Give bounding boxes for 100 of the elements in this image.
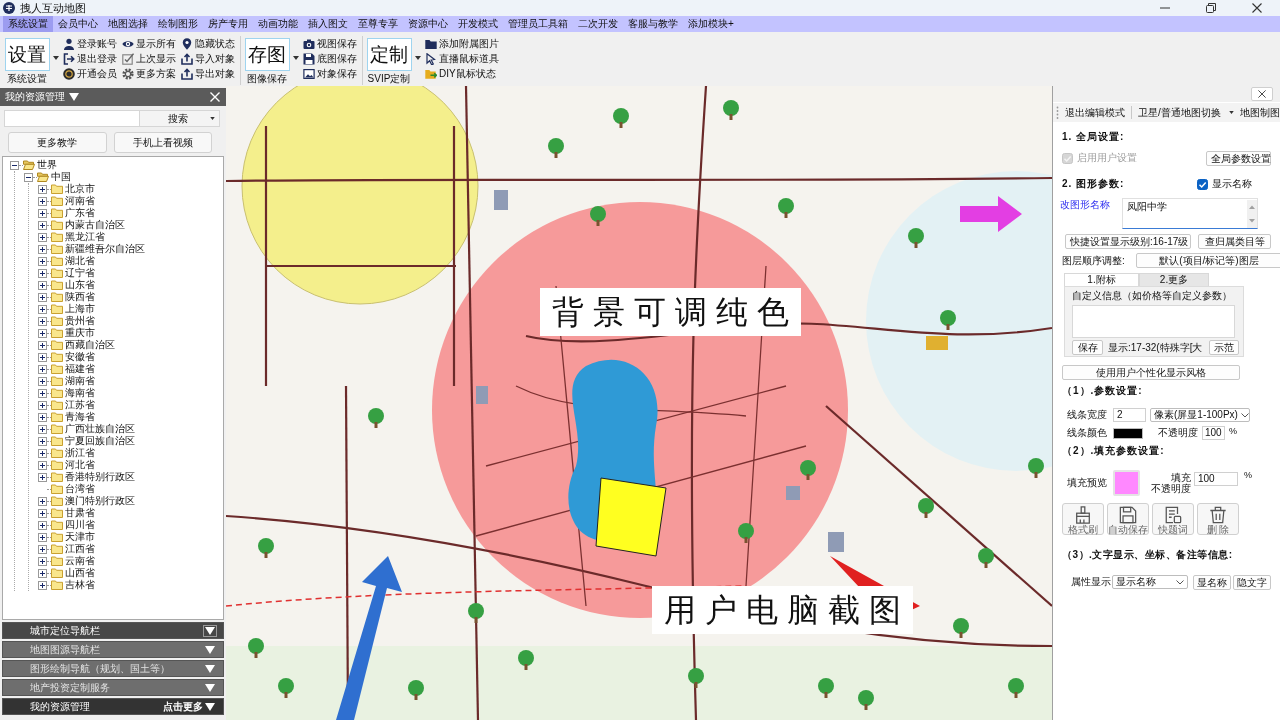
tree-item[interactable]: 安徽省: [38, 351, 95, 363]
menu-tab[interactable]: 房产专用: [203, 16, 253, 32]
layer-button[interactable]: 默认(项目/标记等)图层: [1136, 253, 1280, 268]
plus-box-icon[interactable]: [38, 196, 47, 206]
tree-item[interactable]: 香港特别行政区: [38, 471, 135, 483]
caret-icon[interactable]: [53, 56, 59, 60]
tree-item[interactable]: 台湾省: [38, 483, 95, 495]
unit-dropdown[interactable]: 像素(屏显1-100Px): [1150, 408, 1250, 422]
minus-box-icon[interactable]: [10, 160, 19, 170]
ribbon-button[interactable]: DIY鼠标状态: [425, 66, 500, 81]
plus-box-icon[interactable]: [38, 208, 47, 218]
close-button[interactable]: [208, 90, 222, 104]
plus-box-icon[interactable]: [38, 424, 47, 434]
ribbon-button[interactable]: 直播鼠标道具: [425, 51, 500, 66]
menu-tab[interactable]: 客服与教学: [623, 16, 683, 32]
ribbon-button[interactable]: 显示所有: [122, 36, 177, 51]
tree-item[interactable]: 北京市: [38, 183, 95, 195]
plus-box-icon[interactable]: [38, 292, 47, 302]
plus-box-icon[interactable]: [38, 496, 47, 506]
tree-item[interactable]: 天津市: [38, 531, 95, 543]
tree-item[interactable]: 山东省: [38, 279, 95, 291]
name-field[interactable]: 凤阳中学: [1122, 198, 1258, 229]
category-button[interactable]: 查归属类目等: [1198, 234, 1271, 249]
tree-item[interactable]: 河南省: [38, 195, 95, 207]
menu-tab[interactable]: 管理员工具箱: [503, 16, 573, 32]
tab[interactable]: 2.更多: [1139, 273, 1209, 286]
tool-button[interactable]: 快题词: [1152, 503, 1194, 535]
plus-box-icon[interactable]: [38, 400, 47, 410]
nav-bar[interactable]: 图形绘制导航（规划、国土等）: [2, 660, 224, 677]
ribbon-button[interactable]: 更多方案: [122, 66, 177, 81]
plus-box-icon[interactable]: [38, 280, 47, 290]
toolbar-button[interactable]: 地图制图: [1239, 106, 1280, 119]
info-field[interactable]: [1072, 305, 1235, 338]
ribbon-button[interactable]: 底图保存: [303, 51, 358, 66]
menu-tab[interactable]: 开发模式: [453, 16, 503, 32]
opacity-field[interactable]: 100: [1202, 426, 1225, 440]
plus-box-icon[interactable]: [38, 436, 47, 446]
tree-item[interactable]: 宁夏回族自治区: [38, 435, 135, 447]
caret-icon[interactable]: [293, 56, 299, 60]
nav-bar[interactable]: 我的资源管理 点击更多: [2, 698, 224, 715]
tree-item[interactable]: 福建省: [38, 363, 95, 375]
nav-bar[interactable]: 地产投资定制服务: [2, 679, 224, 696]
field-label[interactable]: 改图形名称: [1060, 199, 1110, 211]
text-button[interactable]: 显名称: [1193, 574, 1231, 590]
tree-item[interactable]: 湖北省: [38, 255, 95, 267]
ribbon-button[interactable]: 上次显示: [122, 51, 177, 66]
large-button[interactable]: 定制: [366, 38, 412, 71]
plus-box-icon[interactable]: [38, 304, 47, 314]
ribbon-button[interactable]: 视图保存: [303, 36, 358, 51]
plus-box-icon[interactable]: [38, 268, 47, 278]
plus-box-icon[interactable]: [38, 556, 47, 566]
tree-item[interactable]: 辽宁省: [38, 267, 95, 279]
plus-box-icon[interactable]: [38, 340, 47, 350]
menu-tab[interactable]: 至尊专享: [353, 16, 403, 32]
tree-item[interactable]: 云南省: [38, 555, 95, 567]
save-button[interactable]: 保存: [1072, 340, 1103, 355]
caret-icon[interactable]: [69, 93, 79, 101]
tool-button[interactable]: 删 除: [1197, 503, 1239, 535]
tree-item[interactable]: 海南省: [38, 387, 95, 399]
tree-item[interactable]: 陕西省: [38, 291, 95, 303]
demo-button[interactable]: 示范: [1209, 340, 1239, 355]
tree-item[interactable]: 河北省: [38, 459, 95, 471]
tree-item[interactable]: 四川省: [38, 519, 95, 531]
tree-item[interactable]: 广东省: [38, 207, 95, 219]
tree-item[interactable]: 湖南省: [38, 375, 95, 387]
plus-box-icon[interactable]: [38, 472, 47, 482]
style-button[interactable]: 使用用户个性化显示风格: [1062, 365, 1240, 380]
search-button[interactable]: 搜索: [140, 110, 220, 127]
parameters-button[interactable]: 全局参数设置: [1206, 150, 1271, 166]
nav-bar[interactable]: 城市定位导航栏: [2, 622, 224, 639]
plus-box-icon[interactable]: [38, 412, 47, 422]
ribbon-button[interactable]: 对象保存: [303, 66, 358, 81]
plus-box-icon[interactable]: [38, 256, 47, 266]
tree-item[interactable]: 世界: [10, 159, 57, 171]
panel-button[interactable]: 手机上看视频: [113, 132, 212, 153]
plus-box-icon[interactable]: [38, 352, 47, 362]
menu-tab[interactable]: 添加模块+: [683, 16, 739, 32]
menu-tab[interactable]: 地图选择: [103, 16, 153, 32]
close-button[interactable]: [1251, 87, 1273, 101]
toolbar-button[interactable]: 卫星/普通地图切换: [1138, 106, 1234, 119]
tree-item[interactable]: 中国: [24, 171, 71, 183]
ribbon-button[interactable]: 导出对象: [181, 66, 236, 81]
plus-box-icon[interactable]: [38, 568, 47, 578]
caret-icon[interactable]: [205, 626, 215, 635]
plus-box-icon[interactable]: [38, 508, 47, 518]
text-button[interactable]: 隐文字: [1233, 574, 1271, 590]
plus-box-icon[interactable]: [38, 448, 47, 458]
ribbon-button[interactable]: 导入对象: [181, 51, 236, 66]
tree-item[interactable]: 山西省: [38, 567, 95, 579]
tree-item[interactable]: 内蒙古自治区: [38, 219, 125, 231]
tree-item[interactable]: 重庆市: [38, 327, 95, 339]
menu-tab[interactable]: 系统设置: [3, 16, 53, 32]
plus-box-icon[interactable]: [38, 376, 47, 386]
plus-box-icon[interactable]: [38, 220, 47, 230]
grip-icon[interactable]: [1056, 105, 1059, 120]
tree-item[interactable]: 江苏省: [38, 399, 95, 411]
scrollbar[interactable]: [1247, 200, 1257, 228]
plus-box-icon[interactable]: [38, 460, 47, 470]
color-swatch[interactable]: [1113, 427, 1143, 439]
plus-box-icon[interactable]: [38, 532, 47, 542]
